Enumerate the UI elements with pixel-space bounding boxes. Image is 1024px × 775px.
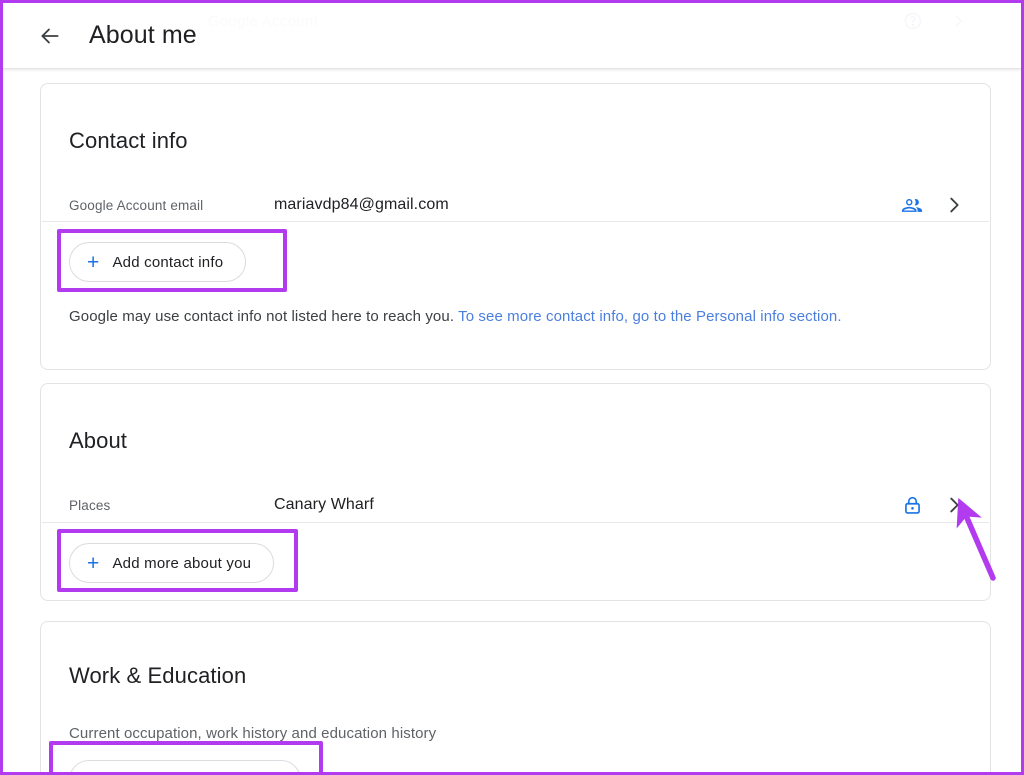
add-more-about-you-button[interactable]: + Add more about you (69, 543, 275, 583)
google-account-email-value: mariavdp84@gmail.com (274, 196, 449, 213)
contact-info-note: Google may use contact info not listed h… (69, 308, 842, 325)
page-content: Contact info Google Account email mariav… (3, 69, 1021, 772)
places-row[interactable]: Places Canary Wharf (41, 478, 990, 532)
plus-icon: + (87, 250, 100, 274)
about-row-icons (902, 494, 965, 516)
add-contact-info-button[interactable]: + Add contact info (69, 242, 247, 282)
contact-info-note-text: Google may use contact info not listed h… (69, 308, 455, 325)
work-education-card: Work & Education Current occupation, wor… (40, 621, 991, 772)
google-account-email-row[interactable]: Google Account email mariavdp84@gmail.co… (41, 179, 990, 231)
about-title: About (69, 428, 127, 453)
about-row-divider (42, 522, 989, 523)
ghost-header-icons (903, 11, 967, 36)
add-work-and-education-button[interactable]: + Add work and education (69, 760, 301, 772)
back-arrow-icon[interactable] (36, 22, 64, 50)
about-places-chevron[interactable] (943, 494, 965, 516)
help-icon (903, 11, 923, 36)
work-education-title: Work & Education (69, 663, 247, 688)
chevron-right-icon (949, 12, 967, 35)
plus-icon: + (87, 770, 99, 773)
people-contacts-icon[interactable] (901, 194, 923, 216)
contact-info-title: Contact info (69, 128, 188, 153)
contact-info-card: Contact info Google Account email mariav… (40, 83, 991, 370)
plus-icon: + (87, 551, 100, 575)
browser-window: Google Account About me Contact info Goo… (0, 0, 1024, 775)
add-contact-info-label: Add contact info (112, 253, 224, 271)
page-header: Google Account About me (3, 3, 1021, 69)
work-education-subtext: Current occupation, work history and edu… (69, 725, 437, 742)
lock-private-icon[interactable] (902, 495, 923, 516)
contact-row-chevron-icon[interactable] (943, 194, 965, 216)
google-account-email-label: Google Account email (69, 197, 204, 213)
add-work-and-education-label: Add work and education (112, 772, 277, 773)
page-title: About me (89, 21, 197, 49)
about-card: About Places Canary Wharf + Add more abo… (40, 383, 991, 601)
personal-info-link[interactable]: To see more contact info, go to the Pers… (458, 308, 842, 325)
places-value: Canary Wharf (274, 496, 374, 513)
contact-row-divider (42, 221, 989, 222)
places-label: Places (69, 497, 111, 513)
add-more-about-you-label: Add more about you (112, 554, 252, 572)
ghost-header-title: Google Account (208, 13, 319, 30)
contact-row-icons (901, 194, 965, 216)
